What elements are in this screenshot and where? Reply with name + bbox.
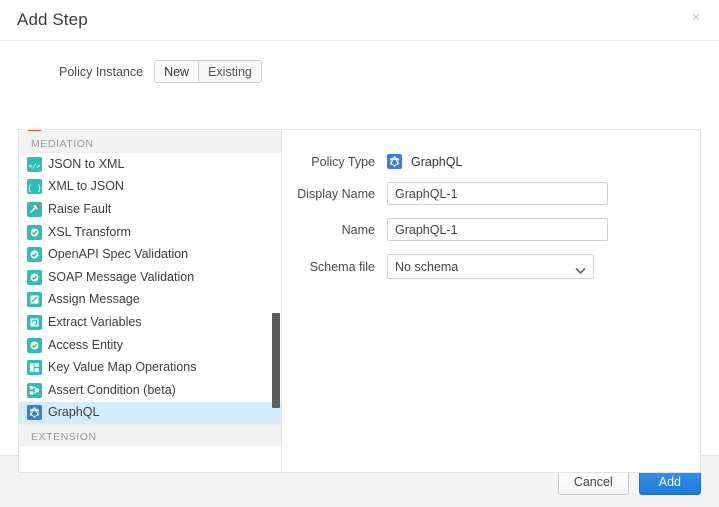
list-item-label: Key Value Map Operations (48, 360, 196, 375)
list-item-label: XML to JSON (48, 179, 124, 194)
list-group-header-extension: EXTENSION (19, 424, 281, 446)
policy-type-label: Policy Type (282, 155, 387, 169)
list-item-access-entity[interactable]: Access Entity (19, 334, 281, 357)
list-item-label: Assign Message (48, 292, 140, 307)
display-name-label: Display Name (282, 187, 387, 201)
raise-fault-icon (27, 202, 42, 217)
add-step-dialog: Add Step × Policy Instance New Existing (0, 0, 719, 507)
dialog-body: Policy Instance New Existing (0, 41, 719, 455)
policy-list: MEDIATION </> JSON to XML (19, 130, 281, 446)
page-title: Add Step (17, 10, 88, 30)
policy-instance-toggle[interactable]: New Existing (154, 60, 262, 83)
list-item-key-value-map-operations[interactable]: Key Value Map Operations (19, 356, 281, 379)
close-icon[interactable]: × (687, 9, 705, 27)
list-item-label: Raise Fault (48, 202, 111, 217)
policy-instance-option-existing[interactable]: Existing (198, 61, 261, 82)
assert-condition-icon (27, 383, 42, 398)
json-to-xml-icon: </> (27, 157, 42, 172)
name-input[interactable] (387, 218, 608, 241)
extract-variables-icon (27, 315, 42, 330)
policy-instance-label: Policy Instance (59, 65, 143, 79)
xml-to-json-icon: { } (27, 179, 42, 194)
list-item-xsl-transform[interactable]: XSL Transform (19, 221, 281, 244)
graphql-icon (387, 154, 402, 169)
name-label: Name (282, 223, 387, 237)
list-item-label: Extract Variables (48, 315, 142, 330)
list-item-label: SOAP Message Validation (48, 270, 194, 285)
schema-file-row: Schema file No schema (282, 254, 700, 279)
graphql-icon (27, 405, 42, 420)
dialog-header: Add Step × (0, 0, 719, 41)
key-value-map-operations-icon (27, 360, 42, 375)
list-item-xml-to-json[interactable]: { } XML to JSON (19, 176, 281, 199)
policy-picker-panels: MEDIATION </> JSON to XML (18, 129, 701, 473)
svg-text:</>: </> (29, 162, 41, 170)
schema-file-select[interactable]: No schema (387, 254, 594, 279)
schema-file-select-wrapper: No schema (387, 254, 594, 279)
policy-form-panel: Policy Type (282, 130, 700, 472)
list-item-clipped[interactable] (19, 130, 281, 131)
list-item-label: XSL Transform (48, 225, 131, 240)
schema-file-label: Schema file (282, 260, 387, 274)
list-item-openapi-spec-validation[interactable]: OpenAPI Spec Validation (19, 243, 281, 266)
access-entity-icon (27, 338, 42, 353)
openapi-spec-validation-icon (27, 247, 42, 262)
svg-text:{ }: { } (27, 184, 41, 193)
list-item-soap-message-validation[interactable]: SOAP Message Validation (19, 266, 281, 289)
list-item-assign-message[interactable]: Assign Message (19, 289, 281, 312)
list-scrollbar-thumb[interactable] (272, 313, 280, 408)
list-item-json-to-xml[interactable]: </> JSON to XML (19, 153, 281, 176)
list-item-label: JSON to XML (48, 157, 124, 172)
list-item-raise-fault[interactable]: Raise Fault (19, 198, 281, 221)
list-item-assert-condition[interactable]: Assert Condition (beta) (19, 379, 281, 402)
assign-message-icon (27, 292, 42, 307)
list-item-label: Assert Condition (beta) (48, 383, 176, 398)
name-row: Name (282, 218, 700, 241)
soap-message-validation-icon (27, 270, 42, 285)
list-item-extract-variables[interactable]: Extract Variables (19, 311, 281, 334)
list-item-label: Access Entity (48, 338, 123, 353)
policy-instance-option-new[interactable]: New (155, 61, 198, 82)
display-name-row: Display Name (282, 182, 700, 205)
list-group-header-mediation: MEDIATION (19, 131, 281, 153)
policy-list-panel: MEDIATION </> JSON to XML (19, 130, 282, 472)
policy-type-value: GraphQL (387, 154, 462, 169)
display-name-input[interactable] (387, 182, 608, 205)
list-item-label: GraphQL (48, 405, 99, 420)
list-item-label: OpenAPI Spec Validation (48, 247, 188, 262)
list-scrollbar[interactable] (272, 130, 281, 472)
policy-instance-row: Policy Instance New Existing (59, 41, 719, 84)
list-item-graphql[interactable]: GraphQL (19, 402, 281, 425)
red-policy-icon (27, 130, 42, 131)
policy-type-name: GraphQL (411, 155, 462, 169)
xsl-transform-icon (27, 225, 42, 240)
policy-type-row: Policy Type (282, 154, 700, 169)
